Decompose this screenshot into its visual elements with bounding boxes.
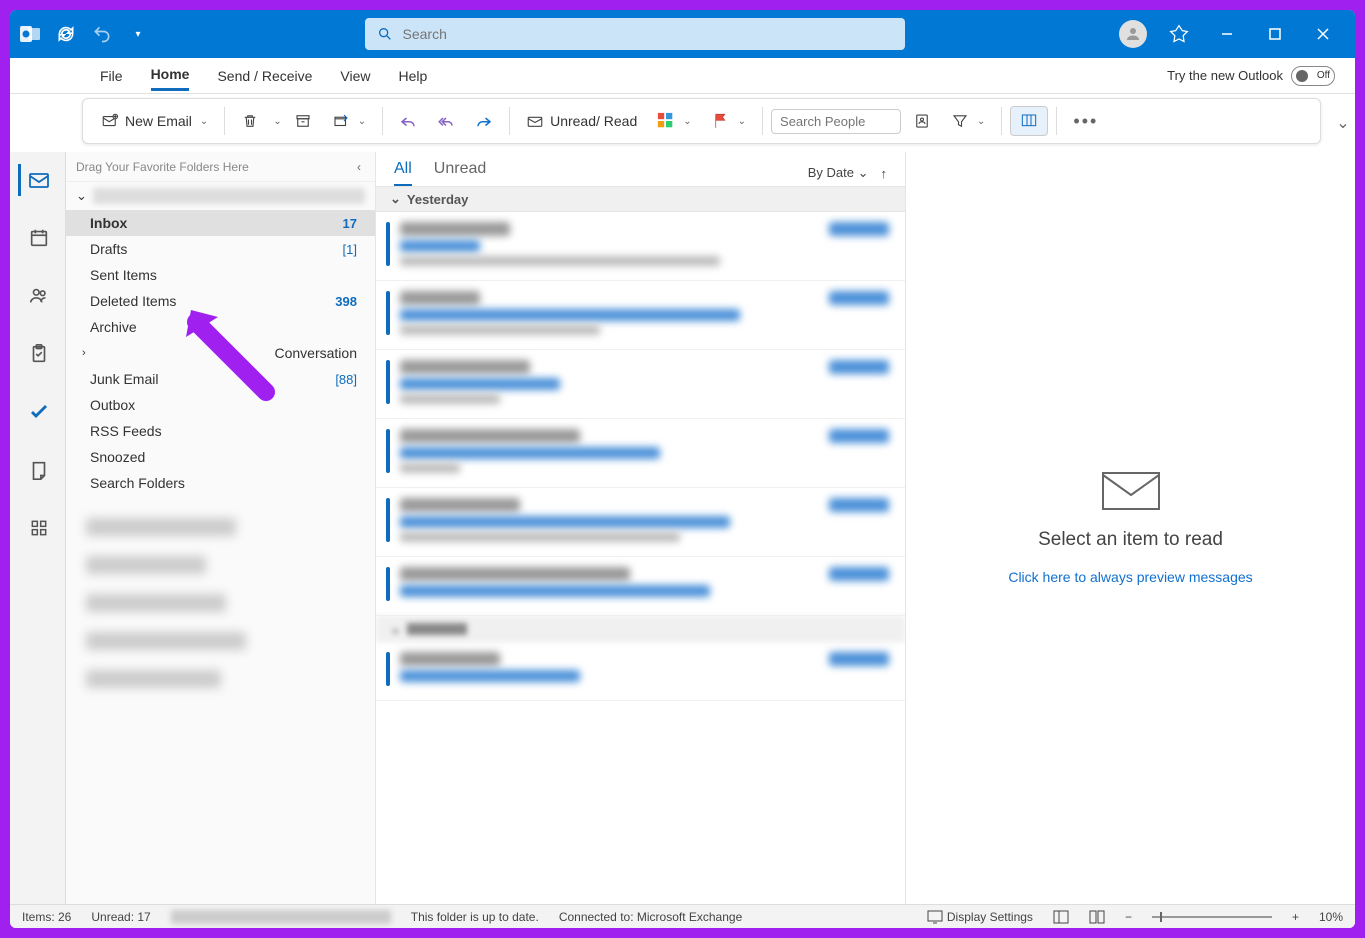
menu-bar: File Home Send / Receive View Help Try t… [10,58,1355,94]
message-group-header[interactable]: ⌄Yesterday [376,186,905,212]
folder-archive[interactable]: Archive [66,314,375,340]
envelope-icon [1101,471,1161,511]
filter-button[interactable]: ⌄ [943,108,993,134]
display-settings-button[interactable]: Display Settings [927,910,1033,924]
nav-tasks-icon[interactable] [18,338,58,370]
menu-file[interactable]: File [100,62,123,90]
message-item[interactable] [376,350,905,419]
sort-by-date[interactable]: By Date ⌄ [808,165,869,181]
new-email-button[interactable]: New Email ⌄ [93,108,216,134]
address-book-button[interactable] [905,108,939,134]
collapse-folder-pane-icon[interactable]: ‹ [353,158,365,176]
folder-drafts[interactable]: Drafts[1] [66,236,375,262]
title-bar: ▾ [10,10,1355,58]
nav-calendar-icon[interactable] [18,222,58,254]
folder-rss-feeds[interactable]: RSS Feeds [66,418,375,444]
archive-button[interactable] [286,108,320,134]
folder-conversation-history[interactable]: ›Conversation [66,340,375,366]
zoom-slider[interactable] [1152,916,1272,918]
search-box[interactable] [365,18,905,50]
search-icon [377,26,393,42]
reading-pane-preview-link[interactable]: Click here to always preview messages [1008,569,1252,585]
menu-view[interactable]: View [340,62,370,90]
status-items-count: Items: 26 [22,910,71,924]
qat-dropdown-icon[interactable]: ▾ [126,22,150,46]
try-new-toggle[interactable]: Off [1291,66,1335,86]
close-button[interactable] [1307,18,1339,50]
account-avatar[interactable] [1119,20,1147,48]
maximize-button[interactable] [1259,18,1291,50]
folder-snoozed[interactable]: Snoozed [66,444,375,470]
outlook-app-icon [18,22,42,46]
zoom-in-button[interactable]: + [1292,910,1299,924]
nav-notes-icon[interactable] [18,454,58,486]
ribbon-expand-icon[interactable]: ⌄ [1331,94,1355,152]
message-item[interactable] [376,419,905,488]
message-item[interactable] [376,488,905,557]
view-reading-icon[interactable] [1089,910,1105,924]
reply-all-button[interactable] [429,108,463,134]
status-bar: Items: 26 Unread: 17 This folder is up t… [10,904,1355,928]
status-unread-count: Unread: 17 [91,910,150,924]
zoom-out-button[interactable]: − [1125,910,1132,924]
message-item[interactable] [376,281,905,350]
status-connection: Connected to: Microsoft Exchange [559,910,742,924]
reading-pane-toggle[interactable] [1010,106,1048,136]
reading-pane: Select an item to read Click here to alw… [906,152,1355,904]
message-item[interactable] [376,642,905,701]
zoom-level[interactable]: 10% [1319,910,1343,924]
folder-outbox[interactable]: Outbox [66,392,375,418]
more-options-button[interactable]: ••• [1065,107,1106,136]
premium-icon[interactable] [1163,18,1195,50]
menu-home[interactable]: Home [151,60,190,91]
forward-button[interactable] [467,108,501,134]
minimize-button[interactable] [1211,18,1243,50]
search-people-input[interactable] [771,109,901,134]
message-item[interactable] [376,212,905,281]
nav-people-icon[interactable] [18,280,58,312]
folder-inbox[interactable]: Inbox17 [66,210,375,236]
nav-mail-icon[interactable] [18,164,58,196]
unread-read-button[interactable]: Unread/ Read [518,108,645,134]
nav-rail [10,152,66,904]
nav-apps-icon[interactable] [18,512,58,544]
tab-all[interactable]: All [394,160,412,186]
favorites-placeholder: Drag Your Favorite Folders Here [76,160,249,174]
folder-pane: Drag Your Favorite Folders Here ‹ ⌄ Inbo… [66,152,376,904]
tab-unread[interactable]: Unread [434,160,486,186]
menu-help[interactable]: Help [399,62,428,90]
nav-todo-icon[interactable] [18,396,58,428]
search-input[interactable] [403,26,893,42]
chevron-down-icon[interactable]: ⌄ [273,116,281,127]
reading-pane-title: Select an item to read [1038,529,1223,551]
message-list-pane: All Unread By Date ⌄ ↑ ⌄Yesterday ⌄ [376,152,906,904]
categorize-button[interactable]: ⌄ [649,108,699,134]
flag-button[interactable]: ⌄ [704,108,754,134]
chevron-down-icon: ⌄ [76,188,87,204]
view-normal-icon[interactable] [1053,910,1069,924]
account-header[interactable]: ⌄ [66,182,375,210]
folder-sent-items[interactable]: Sent Items [66,262,375,288]
try-new-outlook[interactable]: Try the new Outlook Off [1167,66,1335,86]
undo-icon[interactable] [90,22,114,46]
sort-direction-icon[interactable]: ↑ [881,166,888,181]
delete-button[interactable] [233,108,267,134]
move-button[interactable]: ⌄ [324,108,374,134]
status-folder-sync: This folder is up to date. [411,910,539,924]
reply-button[interactable] [391,108,425,134]
folder-search-folders[interactable]: Search Folders [66,470,375,496]
folder-junk-email[interactable]: Junk Email[88] [66,366,375,392]
folder-deleted-items[interactable]: Deleted Items398 [66,288,375,314]
menu-send-receive[interactable]: Send / Receive [217,62,312,90]
sync-icon[interactable] [54,22,78,46]
chevron-down-icon[interactable]: ⌄ [200,116,208,127]
ribbon: New Email ⌄ ⌄ ⌄ Unread/ Read ⌄ ⌄ ⌄ [82,98,1321,144]
message-item[interactable] [376,557,905,616]
try-new-label: Try the new Outlook [1167,68,1283,83]
